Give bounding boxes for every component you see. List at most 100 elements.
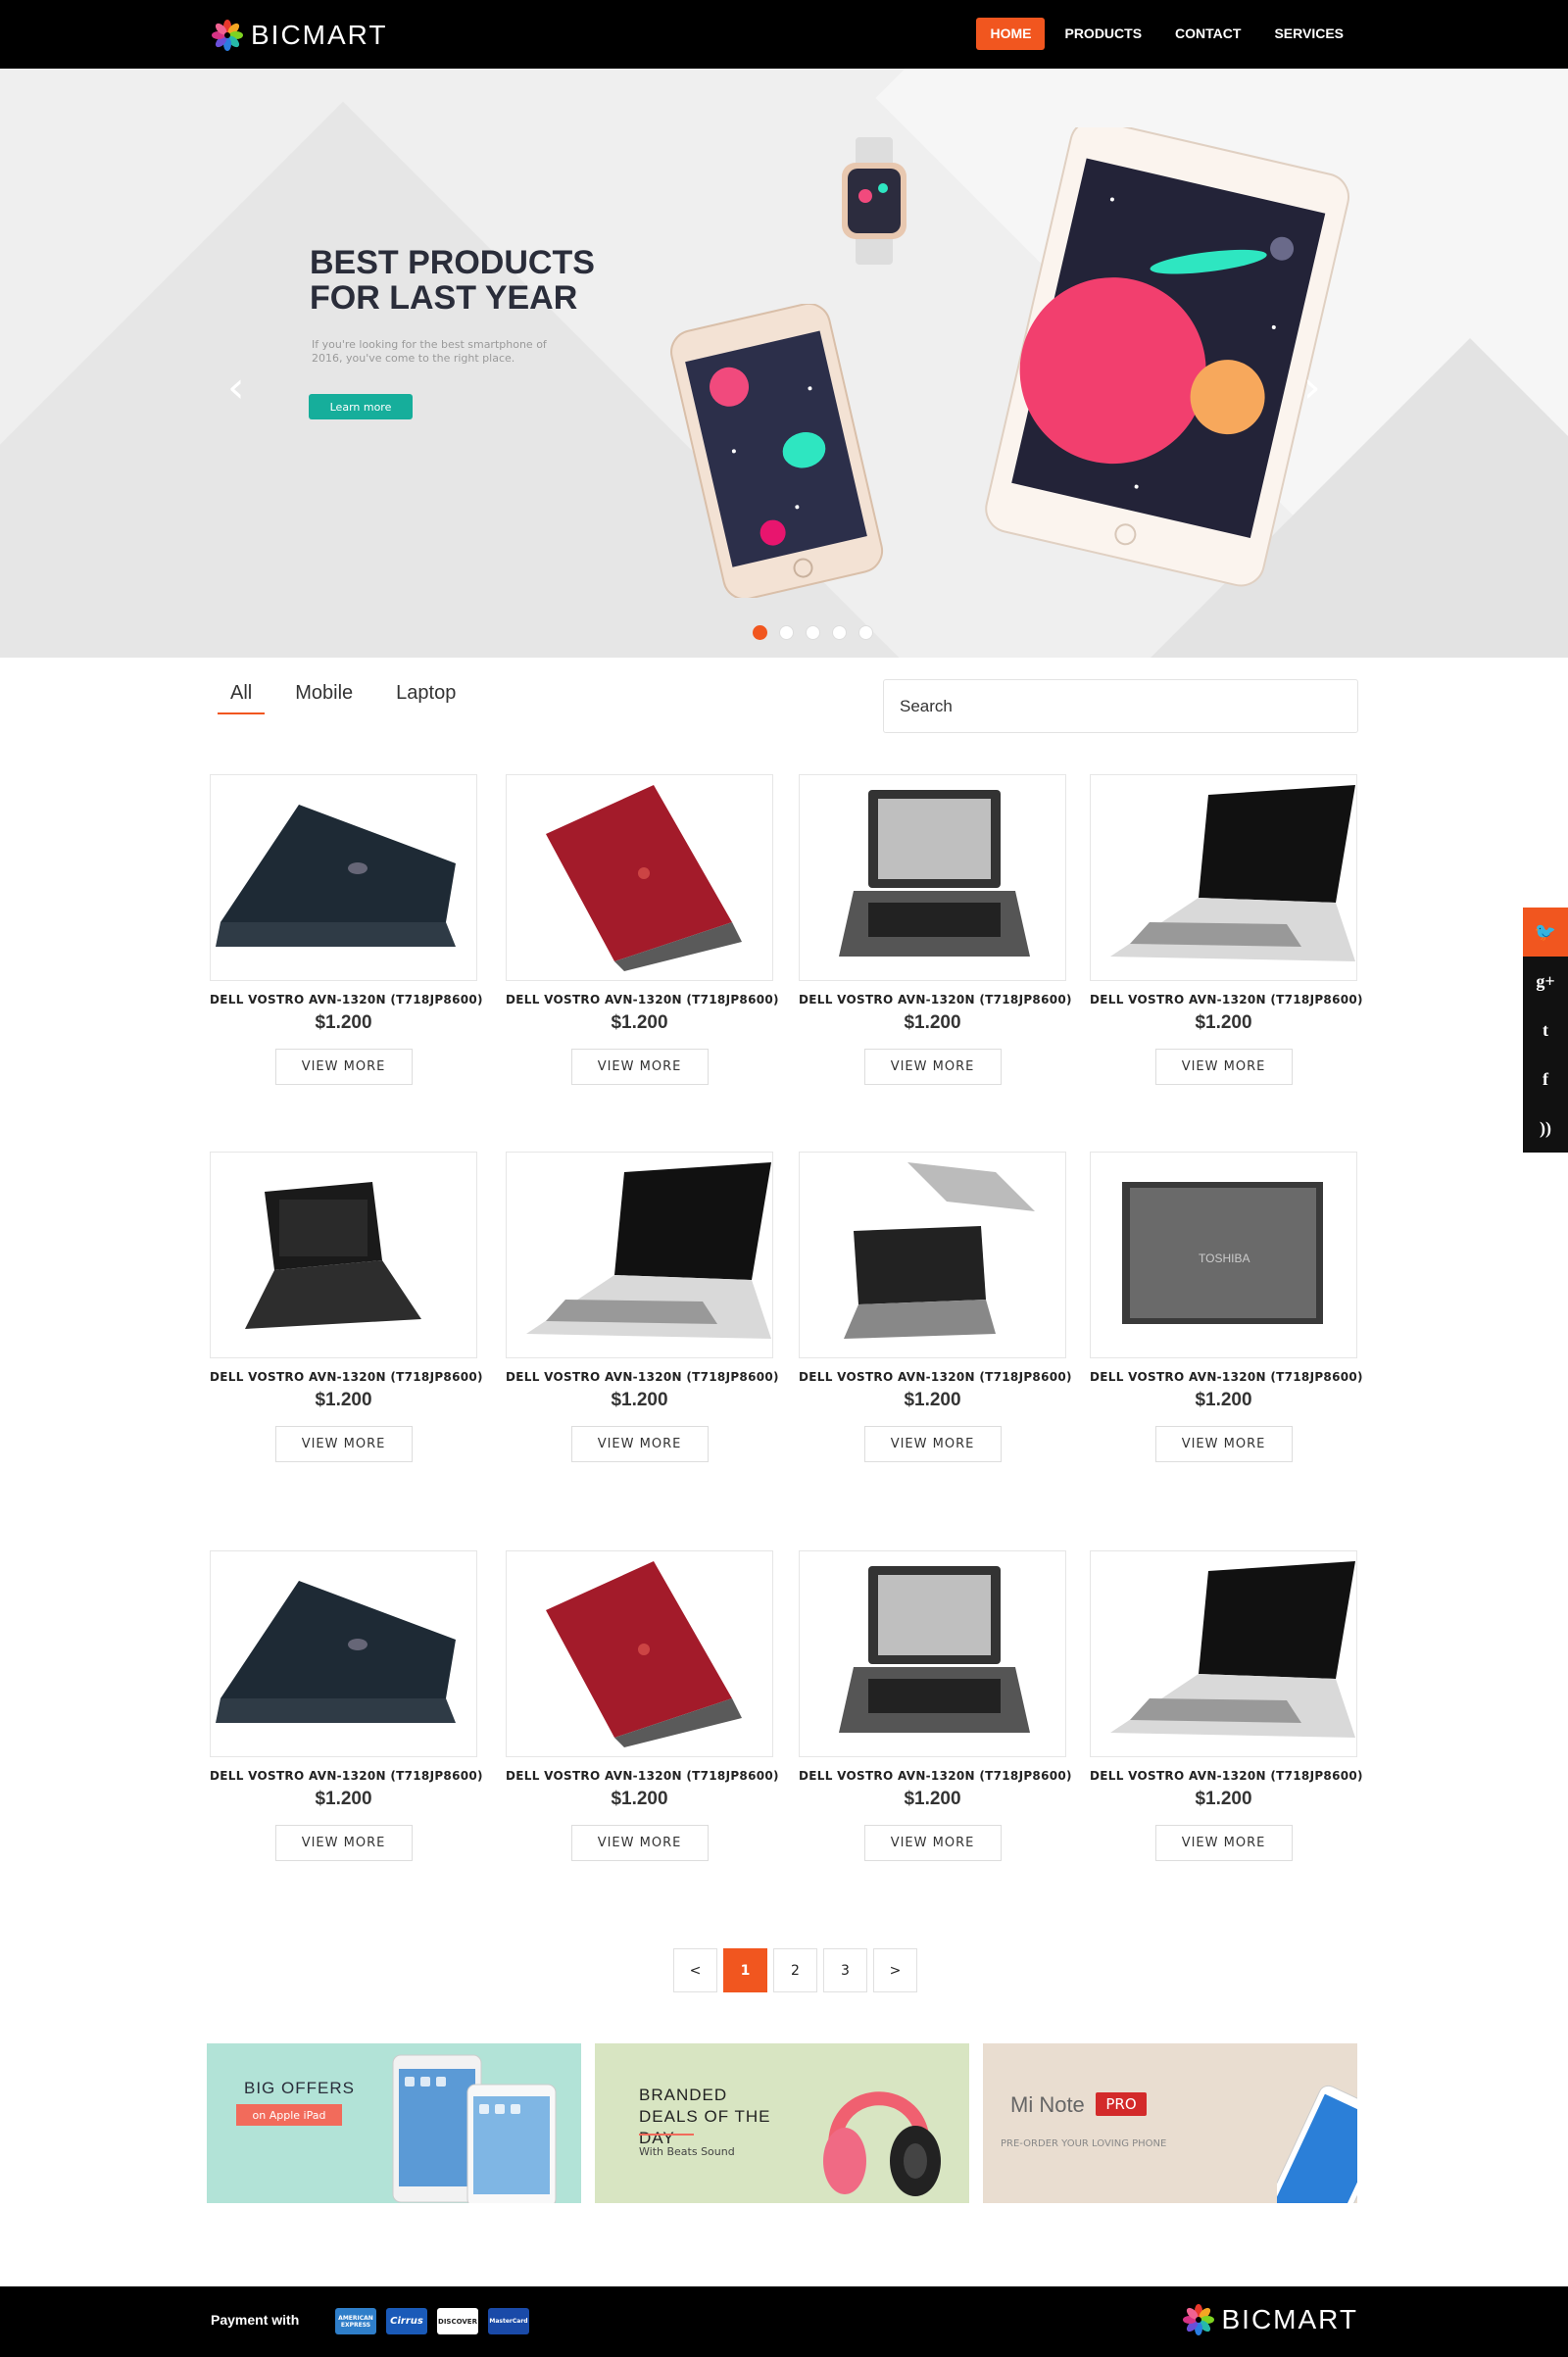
learn-more-button[interactable]: Learn more [309,394,413,419]
product-price: $1.200 [611,1390,668,1410]
rss-icon[interactable]: )) [1523,1104,1568,1153]
product-name[interactable]: DELL VOSTRO AVN-1320N (T718JP8600) [506,1769,779,1783]
product-card[interactable]: DELL VOSTRO AVN-1320N (T718JP8600) $1.200… [799,1550,1072,1861]
view-more-button[interactable]: VIEW MORE [1154,1049,1293,1085]
slider-dot[interactable] [806,625,820,640]
discover-card-icon: DISCOVER [437,2308,478,2334]
product-card[interactable]: DELL VOSTRO AVN-1320N (T718JP8600) $1.200… [506,774,779,1085]
hero-slider: BEST PRODUCTS FOR LAST YEAR If you're lo… [0,69,1568,658]
product-name[interactable]: DELL VOSTRO AVN-1320N (T718JP8600) [799,1370,1072,1384]
slider-dot[interactable] [832,625,847,640]
product-card[interactable]: DELL VOSTRO AVN-1320N (T718JP8600) $1.200… [799,774,1072,1085]
view-more-button[interactable]: VIEW MORE [570,1426,709,1462]
product-image[interactable]: TOSHIBA [1090,1152,1357,1358]
banner-subtitle: PRE-ORDER YOUR LOVING PHONE [1001,2138,1167,2149]
pro-badge: PRO [1096,2092,1147,2116]
product-name[interactable]: DELL VOSTRO AVN-1320N (T718JP8600) [799,993,1072,1007]
product-image[interactable] [506,774,773,981]
page-prev[interactable]: < [673,1948,717,1992]
social-bar: 🐦 g+ t f )) [1523,908,1568,1153]
banner-divider [639,2134,694,2136]
product-name[interactable]: DELL VOSTRO AVN-1320N (T718JP8600) [506,993,779,1007]
product-name[interactable]: DELL VOSTRO AVN-1320N (T718JP8600) [210,993,483,1007]
product-name[interactable]: DELL VOSTRO AVN-1320N (T718JP8600) [799,1769,1072,1783]
pagination: < 1 2 3 > [673,1948,917,1992]
brand-logo[interactable]: BICMART [212,18,388,53]
product-image[interactable] [799,1152,1066,1358]
product-name[interactable]: DELL VOSTRO AVN-1320N (T718JP8600) [506,1370,779,1384]
google-plus-icon[interactable]: g+ [1523,957,1568,1006]
product-name[interactable]: DELL VOSTRO AVN-1320N (T718JP8600) [210,1769,483,1783]
product-image[interactable] [1090,774,1357,981]
product-card[interactable]: DELL VOSTRO AVN-1320N (T718JP8600) $1.200… [506,1550,779,1861]
product-name[interactable]: DELL VOSTRO AVN-1320N (T718JP8600) [210,1370,483,1384]
product-card[interactable]: DELL VOSTRO AVN-1320N (T718JP8600) $1.200… [210,1152,483,1462]
nav-contact[interactable]: CONTACT [1161,18,1254,50]
product-name[interactable]: DELL VOSTRO AVN-1320N (T718JP8600) [1090,993,1363,1007]
smartphone-image [670,304,884,598]
mastercard-icon: MasterCard [488,2308,529,2334]
slider-dot[interactable] [753,625,767,640]
view-more-button[interactable]: VIEW MORE [1154,1426,1293,1462]
page-1[interactable]: 1 [723,1948,767,1992]
product-image[interactable] [799,1550,1066,1757]
chevron-right-icon[interactable]: › [1303,363,1321,413]
banner-big-offers[interactable]: BIG OFFERS on Apple iPad [207,2043,581,2203]
svg-text:TOSHIBA: TOSHIBA [1199,1252,1250,1265]
tab-all[interactable]: All [218,682,266,714]
payment-label: Payment with [211,2312,300,2328]
tab-mobile[interactable]: Mobile [282,682,366,714]
product-price: $1.200 [1195,1390,1252,1410]
product-card[interactable]: DELL VOSTRO AVN-1320N (T718JP8600) $1.200… [1090,774,1363,1085]
product-name[interactable]: DELL VOSTRO AVN-1320N (T718JP8600) [1090,1370,1363,1384]
product-name[interactable]: DELL VOSTRO AVN-1320N (T718JP8600) [1090,1769,1363,1783]
view-more-button[interactable]: VIEW MORE [570,1825,709,1861]
view-more-button[interactable]: VIEW MORE [863,1049,1002,1085]
twitter-icon[interactable]: 🐦 [1523,908,1568,957]
facebook-icon[interactable]: f [1523,1055,1568,1104]
view-more-button[interactable]: VIEW MORE [1154,1825,1293,1861]
slider-dot[interactable] [858,625,873,640]
tumblr-icon[interactable]: t [1523,1006,1568,1055]
view-more-button[interactable]: VIEW MORE [274,1049,413,1085]
product-card[interactable]: DELL VOSTRO AVN-1320N (T718JP8600) $1.200… [210,1550,483,1861]
banner-mi-note[interactable]: Mi Note PRO PRE-ORDER YOUR LOVING PHONE [983,2043,1357,2203]
view-more-button[interactable]: VIEW MORE [274,1825,413,1861]
banner-title: Mi Note [1010,2092,1085,2117]
product-image[interactable] [210,1152,477,1358]
footer-logo[interactable]: BICMART [1182,2304,1359,2335]
product-card[interactable]: DELL VOSTRO AVN-1320N (T718JP8600) $1.200… [506,1152,779,1462]
view-more-button[interactable]: VIEW MORE [863,1825,1002,1861]
product-image[interactable] [210,1550,477,1757]
slider-dot[interactable] [779,625,794,640]
product-image[interactable] [1090,1550,1357,1757]
view-more-button[interactable]: VIEW MORE [863,1426,1002,1462]
banner-branded-deals[interactable]: BRANDED DEALS OF THE DAY With Beats Soun… [595,2043,969,2203]
search-input[interactable] [883,679,1358,733]
hero-title: BEST PRODUCTS FOR LAST YEAR [310,244,595,317]
product-price: $1.200 [611,1012,668,1033]
tab-laptop[interactable]: Laptop [383,682,468,714]
main-nav: HOME PRODUCTS CONTACT SERVICES [976,18,1357,50]
product-image[interactable] [210,774,477,981]
product-image[interactable] [506,1152,773,1358]
banner-title: BIG OFFERS [244,2079,355,2097]
banner-tag: on Apple iPad [236,2104,342,2126]
view-more-button[interactable]: VIEW MORE [274,1426,413,1462]
nav-products[interactable]: PRODUCTS [1051,18,1155,50]
nav-home[interactable]: HOME [976,18,1046,50]
product-card[interactable]: DELL VOSTRO AVN-1320N (T718JP8600) $1.200… [799,1152,1072,1462]
flower-logo-icon [212,20,243,51]
chevron-left-icon[interactable]: ‹ [227,363,245,413]
page-3[interactable]: 3 [823,1948,867,1992]
nav-services[interactable]: SERVICES [1260,18,1357,50]
product-card[interactable]: DELL VOSTRO AVN-1320N (T718JP8600) $1.200… [1090,1550,1363,1861]
page-next[interactable]: > [873,1948,917,1992]
product-card[interactable]: TOSHIBA DELL VOSTRO AVN-1320N (T718JP8600… [1090,1152,1363,1462]
product-card[interactable]: DELL VOSTRO AVN-1320N (T718JP8600) $1.200… [210,774,483,1085]
product-image[interactable] [799,774,1066,981]
product-image[interactable] [506,1550,773,1757]
page-2[interactable]: 2 [773,1948,817,1992]
footer: Payment with AMERICAN EXPRESS Cirrus DIS… [0,2286,1568,2357]
view-more-button[interactable]: VIEW MORE [570,1049,709,1085]
